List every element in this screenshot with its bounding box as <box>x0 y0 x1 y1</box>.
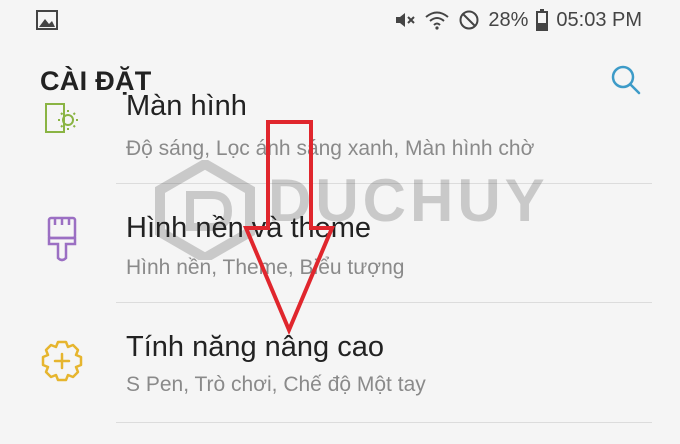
mute-icon <box>394 10 416 30</box>
list-item-title: Màn hình <box>126 90 247 122</box>
display-brightness-icon <box>38 100 86 148</box>
divider <box>116 422 652 423</box>
wifi-icon <box>424 10 450 30</box>
battery-percent: 28% <box>488 8 529 31</box>
list-item-title: Tính năng nâng cao <box>126 331 384 363</box>
clock: 05:03 PM <box>556 8 642 31</box>
paint-brush-icon <box>38 216 86 264</box>
list-item-subtitle: S Pen, Trò chơi, Chế độ Một tay <box>126 373 426 396</box>
do-not-disturb-icon <box>458 9 480 31</box>
watermark: DUCHUY <box>150 158 545 264</box>
gallery-notification-icon <box>36 10 58 35</box>
battery-icon <box>536 9 549 31</box>
advanced-features-gear-plus-icon <box>38 337 86 385</box>
status-bar: 28% 05:03 PM <box>0 0 680 40</box>
watermark-logo-icon <box>155 158 255 264</box>
list-item-subtitle: Độ sáng, Lọc ánh sáng xanh, Màn hình chờ <box>126 137 535 160</box>
watermark-text: DUCHUY <box>268 167 549 234</box>
list-item-advanced-features[interactable]: Tính năng nâng cao S Pen, Trò chơi, Chế … <box>0 303 680 421</box>
